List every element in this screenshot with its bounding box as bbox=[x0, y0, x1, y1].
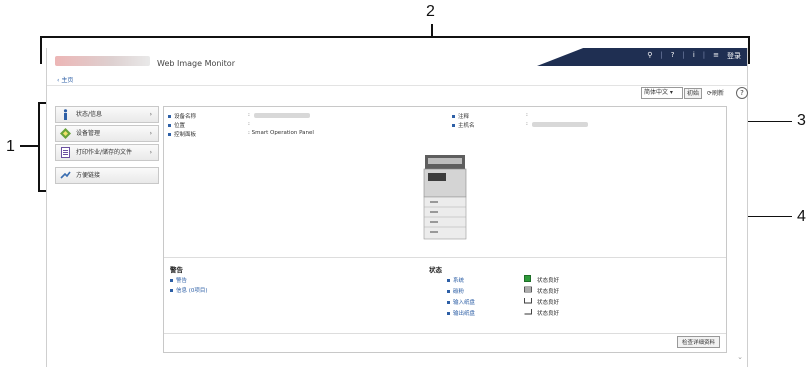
breadcrumb: ‹ 主页 bbox=[47, 74, 747, 86]
output-tray-icon bbox=[524, 309, 532, 315]
top-bar-icons: ⚲ | ? | i | ≡ 登录 bbox=[647, 51, 741, 61]
refresh-label: 刷新 bbox=[712, 90, 725, 97]
device-name-row: 设备名称 bbox=[168, 112, 196, 120]
home-label: 主页 bbox=[61, 77, 74, 84]
device-name-label: 设备名称 bbox=[174, 114, 197, 120]
brand-logo bbox=[55, 56, 150, 66]
input-tray-icon bbox=[524, 298, 532, 304]
warning-link[interactable]: 警告 bbox=[170, 276, 187, 284]
sidebar-item-label: 打印作业/储存的文件 bbox=[76, 149, 133, 156]
panel-value: : Smart Operation Panel bbox=[248, 130, 314, 136]
search-icon[interactable]: ⚲ bbox=[647, 51, 652, 61]
section-divider bbox=[164, 257, 726, 258]
separator: | bbox=[660, 51, 663, 59]
status-system-link[interactable]: 系统 bbox=[447, 276, 464, 284]
login-link[interactable]: 登录 bbox=[727, 51, 741, 61]
device-name-colon: : bbox=[248, 112, 250, 118]
callout-3: 3 bbox=[797, 112, 806, 129]
callout-4-stem bbox=[742, 216, 792, 217]
check-details-button[interactable]: 检查详细资料 bbox=[676, 336, 720, 348]
status-title: 状态 bbox=[429, 266, 442, 274]
init-button[interactable]: 初始 bbox=[684, 88, 703, 99]
home-link[interactable]: ‹ 主页 bbox=[57, 75, 73, 84]
host-row: 主机名 bbox=[452, 121, 475, 129]
status-input-tray-value: 状态良好 bbox=[537, 300, 560, 306]
message-link[interactable]: 信息 (0项目) bbox=[170, 286, 208, 294]
location-row: 位置 bbox=[168, 121, 185, 129]
panel-row: 控制面板 bbox=[168, 130, 196, 138]
language-value: 简体中文 bbox=[644, 89, 669, 96]
callout-3-line bbox=[742, 121, 792, 122]
callout-1-stem bbox=[20, 145, 38, 147]
list-icon[interactable]: ≡ bbox=[713, 51, 719, 61]
help-button[interactable]: ? bbox=[736, 87, 748, 99]
status-label: 输出纸盘 bbox=[453, 311, 476, 317]
web-image-monitor-window: Web Image Monitor ⚲ | ? | i | ≡ 登录 ‹ 主页 … bbox=[46, 48, 748, 367]
host-value bbox=[532, 122, 588, 127]
callout-2-stem bbox=[431, 24, 433, 36]
sidebar-item-favorites[interactable]: 方便链接 bbox=[55, 167, 159, 184]
link-icon bbox=[60, 171, 71, 179]
status-label: 系统 bbox=[453, 278, 465, 284]
comment-row: 注释 bbox=[452, 112, 469, 120]
callout-4: 4 bbox=[797, 208, 806, 225]
language-select[interactable]: 简体中文 ▾ bbox=[641, 87, 683, 99]
info-icon[interactable]: i bbox=[693, 51, 695, 61]
status-label: 输入纸盘 bbox=[453, 300, 476, 306]
status-output-tray-link[interactable]: 输出纸盘 bbox=[447, 309, 475, 317]
alerts-title: 警告 bbox=[170, 266, 183, 274]
panel-label: 控制面板 bbox=[174, 132, 197, 138]
separator: | bbox=[702, 51, 706, 59]
sidebar-item-label: 状态/信息 bbox=[76, 111, 103, 118]
separator: | bbox=[682, 51, 685, 59]
sidebar-item-device-management[interactable]: 设备管理 › bbox=[55, 125, 159, 142]
host-label: 主机名 bbox=[458, 123, 475, 129]
location-colon: : bbox=[248, 121, 250, 127]
top-bar: Web Image Monitor ⚲ | ? | i | ≡ 登录 bbox=[47, 48, 747, 74]
footer-divider bbox=[164, 333, 726, 334]
callout-1: 1 bbox=[6, 138, 15, 155]
comment-colon: : bbox=[526, 112, 528, 118]
status-toner-link[interactable]: 碳粉 bbox=[447, 287, 464, 295]
sidebar-item-status[interactable]: 状态/信息 › bbox=[55, 106, 159, 123]
status-system-value: 状态良好 bbox=[537, 278, 560, 284]
system-status-icon bbox=[524, 275, 531, 282]
message-label: 信息 (0项目) bbox=[176, 288, 208, 294]
comment-label: 注释 bbox=[458, 114, 470, 120]
scroll-down-icon[interactable]: ⌄ bbox=[737, 353, 743, 361]
sidebar-item-label: 设备管理 bbox=[76, 130, 101, 137]
toner-icon bbox=[524, 286, 532, 293]
status-output-tray-value: 状态良好 bbox=[537, 311, 560, 317]
location-label: 位置 bbox=[174, 123, 186, 129]
status-label: 碳粉 bbox=[453, 289, 465, 295]
device-name-value bbox=[254, 113, 310, 118]
refresh-button[interactable]: ⟳刷新 bbox=[707, 88, 724, 97]
status-toner-value: 状态良好 bbox=[537, 289, 560, 295]
main-content: 设备名称 : 位置 : 控制面板 : Smart Operation Panel… bbox=[163, 106, 727, 353]
help-icon[interactable]: ? bbox=[671, 51, 675, 61]
document-icon bbox=[61, 147, 70, 158]
sidebar-item-label: 方便链接 bbox=[76, 172, 101, 179]
toolbar: 简体中文 ▾ 初始 ⟳刷新 ? bbox=[47, 86, 748, 102]
status-input-tray-link[interactable]: 输入纸盘 bbox=[447, 298, 475, 306]
sidebar-item-print-jobs[interactable]: 打印作业/储存的文件 › bbox=[55, 144, 159, 161]
warning-label: 警告 bbox=[176, 278, 188, 284]
sidebar: 状态/信息 › 设备管理 › 打印作业/储存的文件 › 方便链接 bbox=[55, 106, 159, 186]
info-icon bbox=[63, 109, 68, 120]
callout-2: 2 bbox=[426, 3, 435, 20]
device-settings-icon bbox=[60, 128, 71, 139]
host-colon: : bbox=[526, 121, 528, 127]
printer-image bbox=[423, 155, 467, 240]
app-title: Web Image Monitor bbox=[157, 59, 235, 68]
